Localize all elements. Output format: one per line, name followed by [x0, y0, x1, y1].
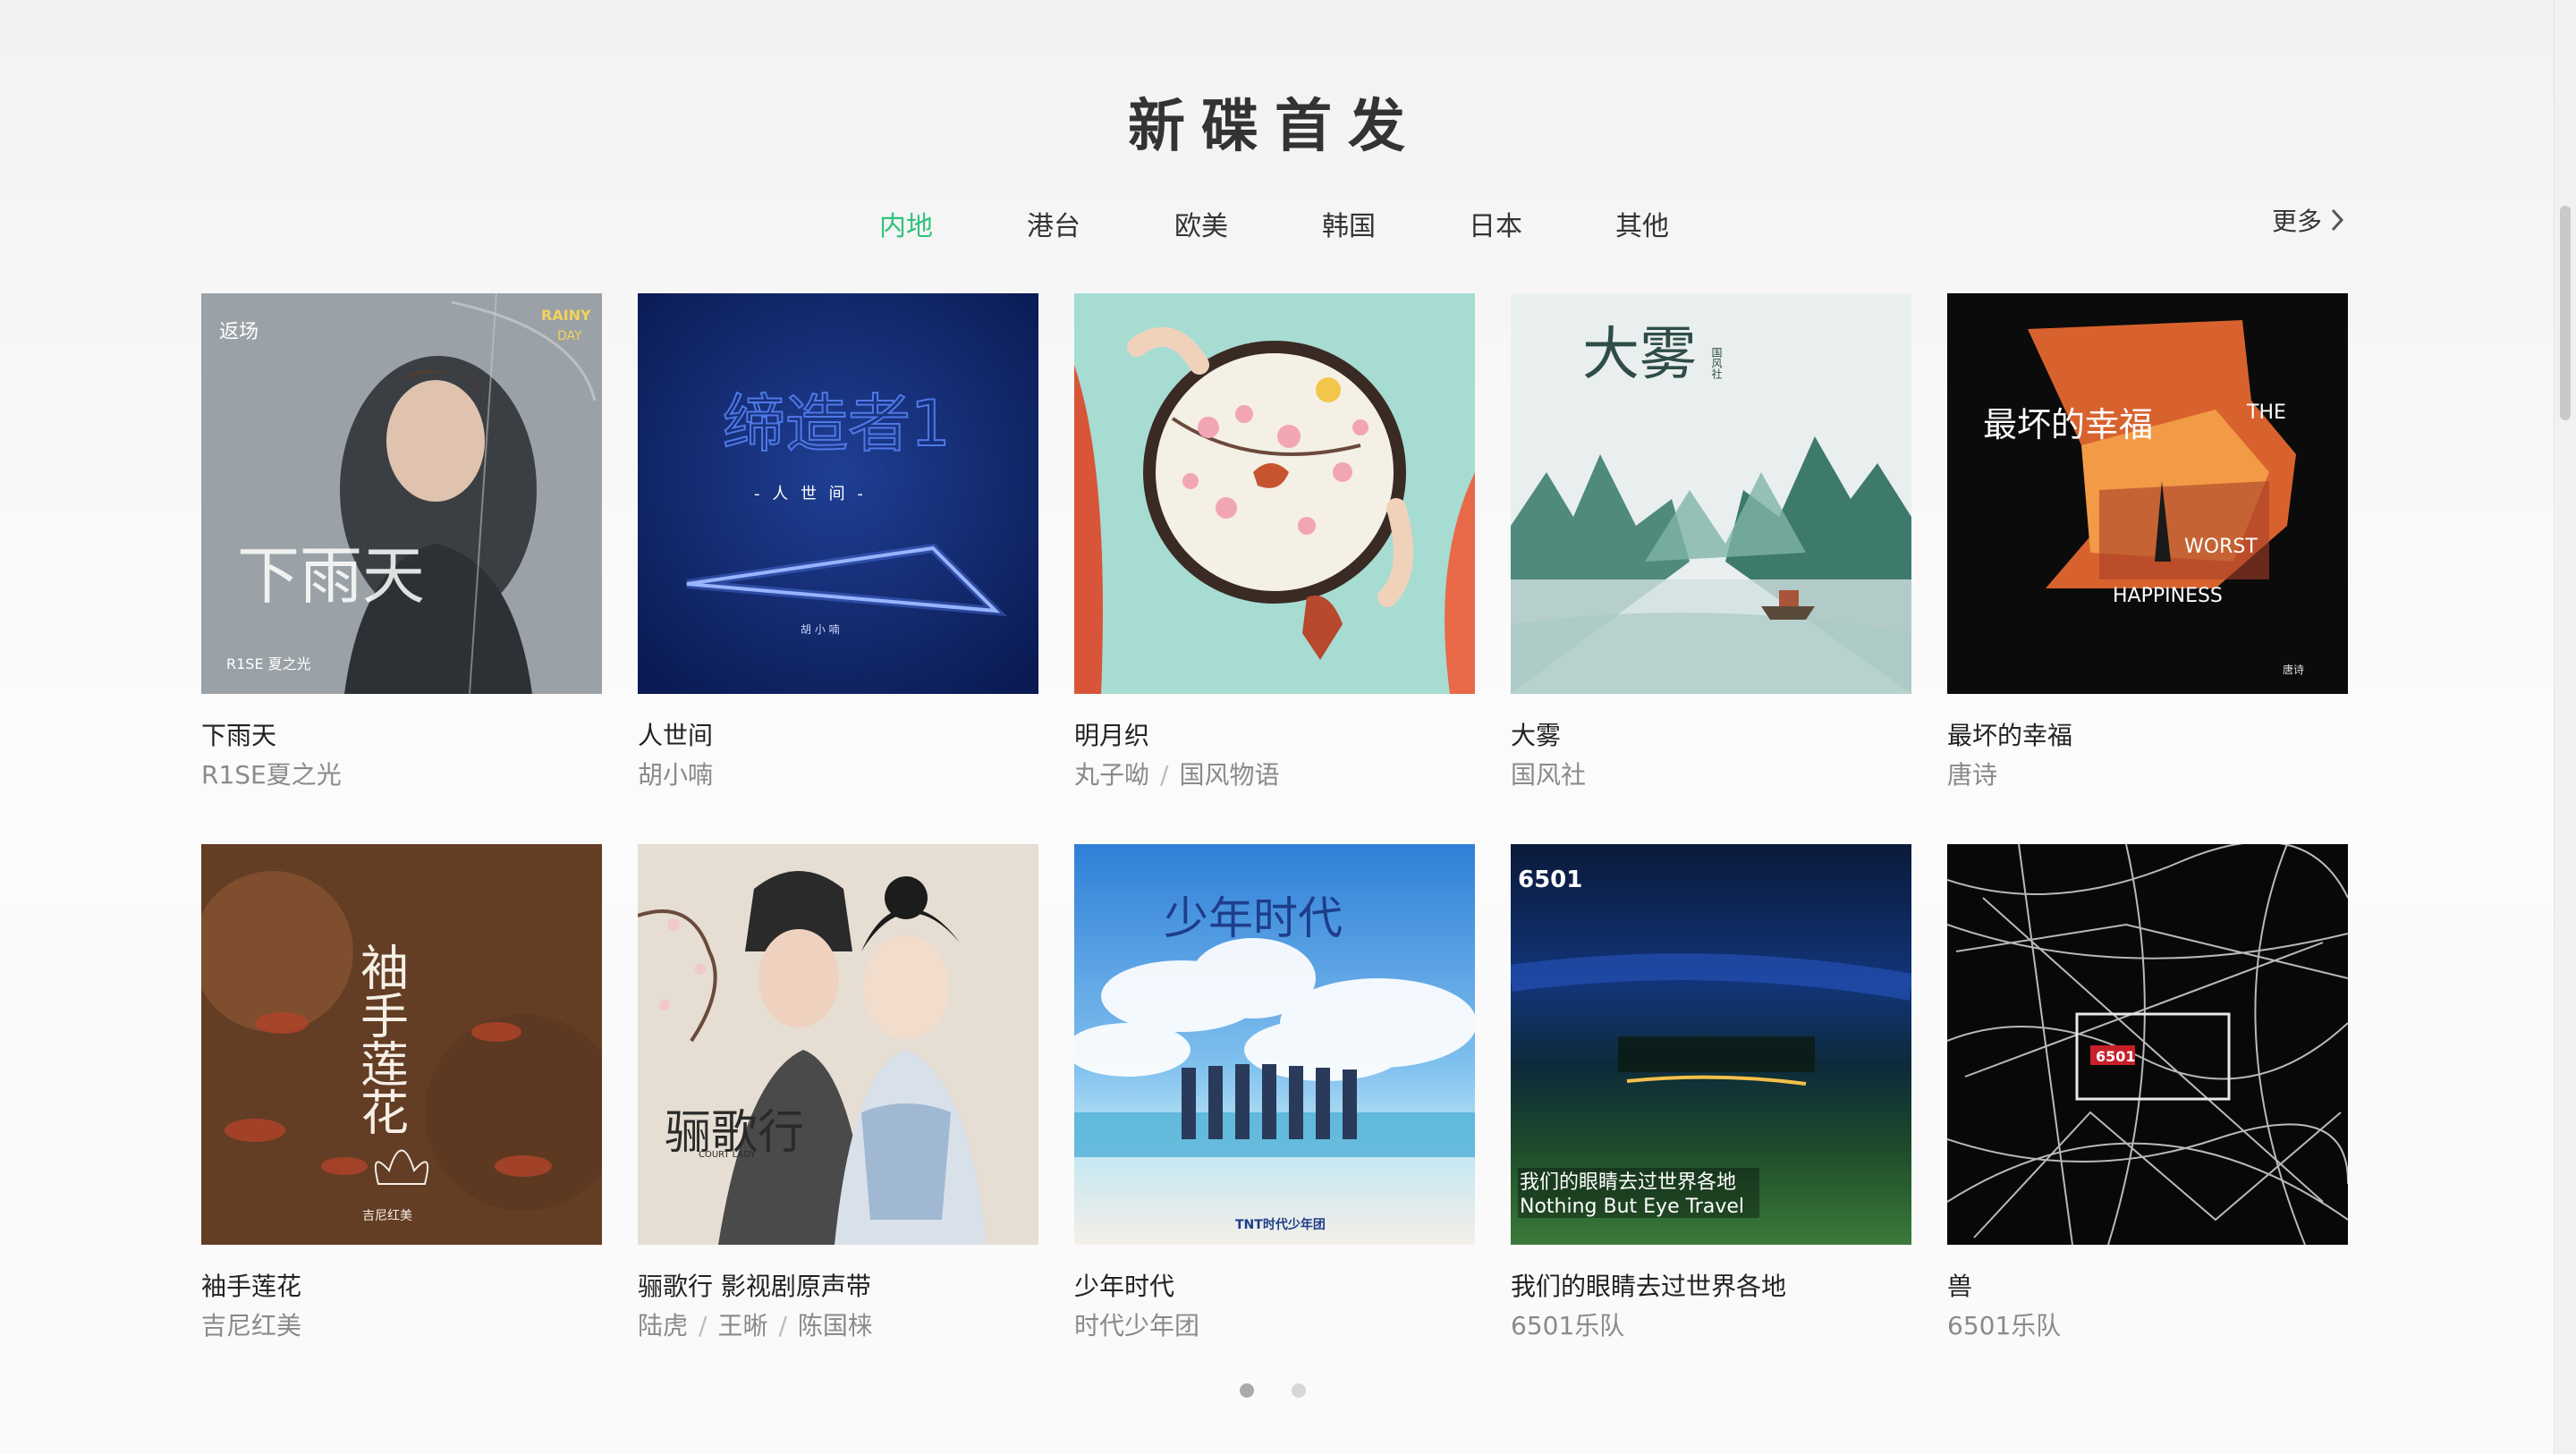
artist-link[interactable]: 吉尼红美	[201, 1311, 301, 1340]
album-card: 大雾 国风社 大雾 国风社	[1511, 293, 1911, 790]
artist-link[interactable]: R1SE夏之光	[201, 760, 342, 790]
section-title: 新碟首发	[1128, 94, 1421, 160]
tab-korea[interactable]: 韩国	[1300, 204, 1398, 243]
cover-title: 大雾	[1582, 322, 1697, 388]
pagination-dot-1[interactable]	[1240, 1383, 1254, 1398]
artist-link[interactable]: 6501乐队	[1511, 1311, 1624, 1340]
album-card: 最坏的幸福 THE WORST HAPPINESS 唐诗 最坏的幸福 唐诗	[1947, 293, 2348, 790]
artist-link[interactable]: 国风社	[1511, 760, 1586, 790]
artist-link[interactable]: 国风物语	[1179, 760, 1279, 790]
cover-text-corner2: DAY	[557, 329, 582, 343]
album-card: 少年时代 TNT时代少年团 少年时代 时代少年团	[1074, 844, 1475, 1341]
album-card: 明月织 丸子呦 / 国风物语	[1074, 293, 1475, 790]
cover-logo: 6501	[2096, 1048, 2136, 1065]
album-cover[interactable]: 大雾 国风社	[1511, 293, 1911, 694]
album-artists: 吉尼红美	[201, 1311, 602, 1341]
pagination-dot-2[interactable]	[1292, 1383, 1306, 1398]
album-cover[interactable]: 6501 我们的眼睛去过世界各地 Nothing But Eye Travel	[1511, 844, 1911, 1245]
album-name[interactable]: 大雾	[1511, 721, 1911, 751]
cover-subtitle: - 人 世 间 -	[754, 485, 867, 503]
album-artists: R1SE夏之光	[201, 760, 602, 790]
scrollbar-thumb[interactable]	[2560, 206, 2571, 420]
artist-link[interactable]: 丸子呦	[1074, 760, 1149, 790]
cover-artist: 吉尼红美	[362, 1209, 412, 1223]
album-cover[interactable]: 骊歌行 COURT LADY	[638, 844, 1038, 1245]
album-artists: 陆虎 / 王晰 / 陈国梾	[638, 1311, 1038, 1341]
artist-separator: /	[699, 1311, 708, 1340]
more-label: 更多	[2272, 207, 2323, 236]
more-link[interactable]: 更多	[2272, 202, 2345, 238]
album-artists: 6501乐队	[1511, 1311, 1911, 1341]
chevron-right-icon	[2331, 208, 2344, 232]
album-name[interactable]: 我们的眼睛去过世界各地	[1511, 1272, 1911, 1302]
album-cover[interactable]: 返场 RAINY DAY 下雨天 R1SE 夏之光	[201, 293, 602, 694]
album-artists: 6501乐队	[1947, 1311, 2348, 1341]
cover-title: 袖手莲花	[352, 943, 409, 1136]
album-cover[interactable]	[1074, 293, 1475, 694]
album-cover[interactable]: 6501	[1947, 844, 2348, 1245]
artist-link[interactable]: 胡小喃	[638, 760, 713, 790]
cover-en: COURT LADY	[699, 1150, 756, 1160]
album-card: 返场 RAINY DAY 下雨天 R1SE 夏之光 下雨天 R1SE夏之光	[201, 293, 602, 790]
album-artists: 国风社	[1511, 760, 1911, 790]
tab-japan[interactable]: 日本	[1446, 204, 1545, 243]
album-artists: 唐诗	[1947, 760, 2348, 790]
album-cover[interactable]: 最坏的幸福 THE WORST HAPPINESS 唐诗	[1947, 293, 2348, 694]
artist-link[interactable]: 6501乐队	[1947, 1311, 2061, 1340]
artist-separator: /	[1160, 760, 1169, 790]
album-cover[interactable]: 袖手莲花 吉尼红美	[201, 844, 602, 1245]
cover-title: 少年时代	[1164, 892, 1343, 944]
album-name[interactable]: 人世间	[638, 721, 1038, 751]
cover-label: 国风社	[1710, 347, 1723, 379]
album-cover[interactable]: 少年时代 TNT时代少年团	[1074, 844, 1475, 1245]
artist-separator: /	[778, 1311, 787, 1340]
new-albums-section: 新碟首发 内地 港台 欧美 韩国 日本 其他 更多 返场 RAINY DAY 下…	[0, 0, 2555, 1454]
artist-link[interactable]: 时代少年团	[1074, 1311, 1199, 1340]
cover-en-2: WORST	[2184, 536, 2258, 558]
cover-title: 下雨天	[237, 539, 425, 613]
vertical-scrollbar[interactable]	[2554, 0, 2576, 1454]
album-name[interactable]: 下雨天	[201, 721, 602, 751]
cover-en-text: Nothing But Eye Travel	[1520, 1196, 1744, 1218]
cover-text-corner: RAINY	[541, 307, 591, 324]
cover-title: 缔造者1	[723, 387, 951, 461]
album-card: 6501 我们的眼睛去过世界各地 Nothing But Eye Travel …	[1511, 844, 1911, 1341]
album-name[interactable]: 兽	[1947, 1272, 2348, 1302]
album-name[interactable]: 骊歌行 影视剧原声带	[638, 1272, 1038, 1302]
album-artists: 胡小喃	[638, 760, 1038, 790]
cover-en-3: HAPPINESS	[2113, 585, 2223, 607]
tab-hk-tw[interactable]: 港台	[1004, 204, 1103, 243]
region-tabs: 内地 港台 欧美 韩国 日本 其他	[0, 204, 2555, 243]
cover-logo: TNT时代少年团	[1235, 1217, 1326, 1232]
cover-cn-title: 最坏的幸福	[1983, 405, 2153, 444]
artist-link[interactable]: 王晰	[717, 1311, 767, 1340]
cover-cn-text: 我们的眼睛去过世界各地	[1520, 1171, 1736, 1194]
pagination-dots	[1240, 1383, 1306, 1398]
cover-artist: 唐诗	[2283, 663, 2304, 676]
cover-artist: 胡 小 喃	[801, 622, 840, 636]
album-artists: 时代少年团	[1074, 1311, 1475, 1341]
cover-en-1: THE	[2246, 402, 2286, 424]
album-card: 骊歌行 COURT LADY 骊歌行 影视剧原声带 陆虎 / 王晰 / 陈国梾	[638, 844, 1038, 1341]
cover-text-series: 返场	[219, 321, 258, 343]
artist-link[interactable]: 唐诗	[1947, 760, 1997, 790]
album-card: 袖手莲花 吉尼红美 袖手莲花 吉尼红美	[201, 844, 602, 1341]
album-name[interactable]: 明月织	[1074, 721, 1475, 751]
tab-other[interactable]: 其他	[1593, 204, 1691, 243]
album-artists: 丸子呦 / 国风物语	[1074, 760, 1475, 790]
album-cover[interactable]: 缔造者1 - 人 世 间 - 胡 小 喃	[638, 293, 1038, 694]
cover-badge: R1SE 夏之光	[226, 655, 311, 672]
album-name[interactable]: 最坏的幸福	[1947, 721, 2348, 751]
tab-mainland[interactable]: 内地	[857, 204, 955, 243]
album-card: 缔造者1 - 人 世 间 - 胡 小 喃 人世间 胡小喃	[638, 293, 1038, 790]
artist-link[interactable]: 陆虎	[638, 1311, 688, 1340]
album-card: 6501 兽 6501乐队	[1947, 844, 2348, 1341]
cover-logo: 6501	[1518, 866, 1582, 893]
album-name[interactable]: 少年时代	[1074, 1272, 1475, 1302]
artist-link[interactable]: 陈国梾	[798, 1311, 873, 1340]
album-name[interactable]: 袖手莲花	[201, 1272, 602, 1302]
tab-europe-america[interactable]: 欧美	[1152, 204, 1250, 243]
